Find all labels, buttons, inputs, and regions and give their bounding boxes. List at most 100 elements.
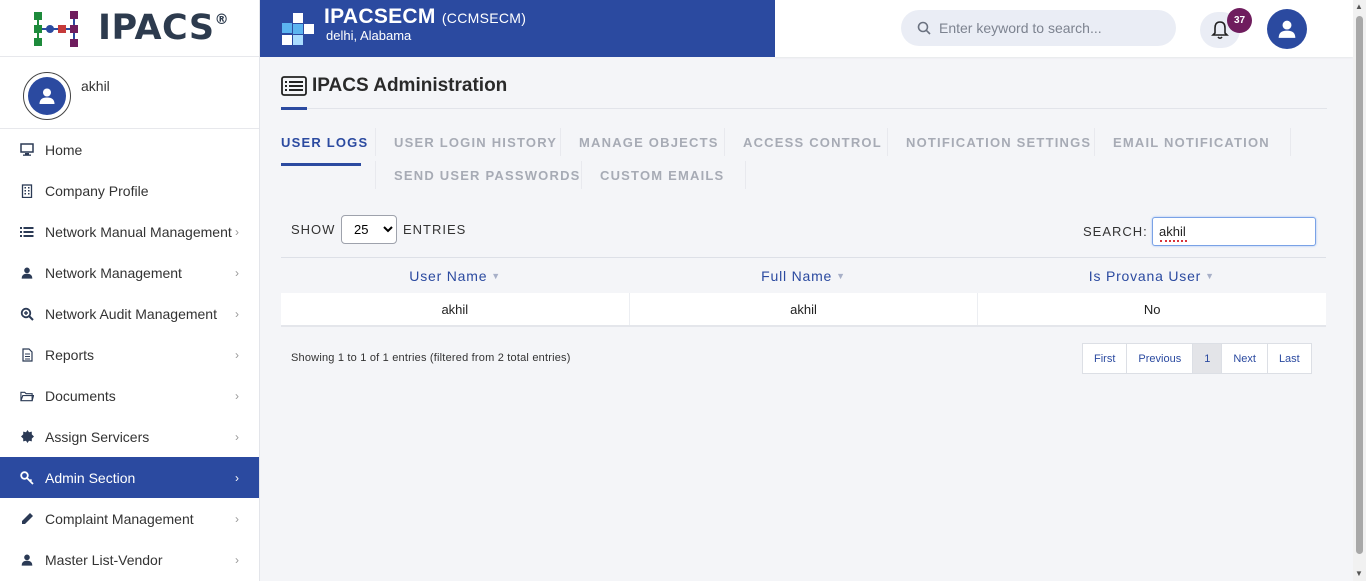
brand-location: delhi, Alabama <box>326 28 412 43</box>
sidebar-item-company-profile[interactable]: Company Profile <box>0 170 259 211</box>
user-icon <box>1278 20 1296 38</box>
column-header-is-provana-user[interactable]: Is Provana User ▼ <box>978 258 1326 293</box>
sidebar-item-label: Reports <box>45 346 95 363</box>
tab-email-notification[interactable]: EMAIL NOTIFICATION <box>1113 135 1270 150</box>
building-icon <box>20 183 34 198</box>
folder-icon <box>20 389 34 403</box>
tab-separator <box>745 161 746 189</box>
chevron-right-icon: › <box>235 470 239 485</box>
badge-icon <box>20 430 34 444</box>
entries-per-page-select[interactable]: 102550100 <box>341 215 397 244</box>
brand-bar: IPACSECM (CCMSECM) delhi, Alabama <box>260 0 775 57</box>
pencil-icon <box>20 512 34 526</box>
column-header-label: User Name <box>409 267 488 284</box>
show-label: SHOW <box>291 222 336 237</box>
sidebar: IPACS® akhil Home Company Profile Network … <box>0 0 260 581</box>
sidebar-item-label: Documents <box>45 387 116 404</box>
brand-code: (CCMSECM) <box>441 10 527 26</box>
brand-cross-icon <box>282 13 314 45</box>
chevron-right-icon: › <box>235 347 239 362</box>
notification-count-badge: 37 <box>1227 8 1252 33</box>
sidebar-item-admin-section[interactable]: Admin Section › <box>0 457 259 498</box>
search-plus-icon <box>20 307 34 321</box>
admin-panel: IPACS Administration USER LOGS USER LOGI… <box>261 57 1346 507</box>
sidebar-item-home[interactable]: Home <box>0 129 259 170</box>
tab-separator <box>581 161 582 189</box>
search-icon <box>917 21 931 35</box>
sort-icon: ▼ <box>1205 270 1215 281</box>
user-profile: akhil <box>0 57 259 129</box>
user-menu-avatar[interactable] <box>1267 9 1307 49</box>
tab-user-login-history[interactable]: USER LOGIN HISTORY <box>394 135 557 150</box>
tab-user-logs[interactable]: USER LOGS <box>281 135 368 150</box>
sidebar-item-network-management[interactable]: Network Management › <box>0 252 259 293</box>
avatar[interactable] <box>23 72 71 120</box>
topbar: 37 <box>775 0 1353 57</box>
sidebar-item-network-manual-management[interactable]: Network Manual Management › <box>0 211 259 252</box>
tab-send-user-passwords[interactable]: SEND USER PASSWORDS <box>394 168 581 183</box>
tab-separator <box>1290 128 1291 156</box>
sidebar-item-label: Assign Servicers <box>45 428 150 445</box>
divider <box>281 108 1327 109</box>
logo-text: IPACS® <box>98 7 230 48</box>
chevron-right-icon: › <box>235 306 239 321</box>
user-icon <box>20 553 34 567</box>
sidebar-item-assign-servicers[interactable]: Assign Servicers › <box>0 416 259 457</box>
table-cell: No <box>1143 301 1161 317</box>
pagination: First Previous 1 Next Last <box>1082 343 1312 374</box>
sidebar-item-reports[interactable]: Reports › <box>0 334 259 375</box>
column-header-full-name[interactable]: Full Name ▼ <box>629 258 977 293</box>
tab-separator <box>560 128 561 156</box>
logo-molecule-icon <box>34 11 78 47</box>
tab-manage-objects[interactable]: MANAGE OBJECTS <box>579 135 719 150</box>
tab-notification-settings[interactable]: NOTIFICATION SETTINGS <box>906 135 1091 150</box>
scroll-down-icon[interactable]: ▼ <box>1355 569 1363 578</box>
brand-title: IPACSECM (CCMSECM) <box>324 5 527 28</box>
chevron-right-icon: › <box>235 265 239 280</box>
chevron-right-icon: › <box>235 429 239 444</box>
table-info: Showing 1 to 1 of 1 entries (filtered fr… <box>291 352 571 364</box>
scrollbar-thumb[interactable] <box>1356 16 1363 554</box>
tab-access-control[interactable]: ACCESS CONTROL <box>743 135 882 150</box>
sidebar-item-label: Admin Section <box>45 469 136 486</box>
sidebar-item-documents[interactable]: Documents › <box>0 375 259 416</box>
chevron-right-icon: › <box>235 224 239 239</box>
tab-separator <box>375 128 376 156</box>
search-input[interactable] <box>939 20 1169 36</box>
sort-icon: ▼ <box>836 270 846 281</box>
active-tab-indicator <box>281 163 361 166</box>
sidebar-item-label: Network Management <box>45 264 182 281</box>
key-icon <box>20 470 34 485</box>
sidebar-item-master-list-vendor[interactable]: Master List-Vendor › <box>0 539 259 580</box>
sidebar-item-network-audit-management[interactable]: Network Audit Management › <box>0 293 259 334</box>
chevron-right-icon: › <box>235 511 239 526</box>
user-icon <box>39 88 55 104</box>
logo[interactable]: IPACS® <box>0 0 259 57</box>
user-icon <box>20 266 34 280</box>
table-header: User Name ▼ Full Name ▼ Is Provana User ▼ <box>281 257 1326 293</box>
table-cell: akhil <box>630 293 979 325</box>
scroll-up-icon[interactable]: ▲ <box>1355 2 1363 11</box>
tab-separator <box>375 161 376 189</box>
pagination-next[interactable]: Next <box>1222 344 1268 373</box>
page-scrollbar[interactable]: ▲ ▼ <box>1353 0 1366 581</box>
title-accent <box>281 107 307 110</box>
user-name: akhil <box>81 78 110 94</box>
table-row[interactable]: akhil akhil No <box>281 293 1326 327</box>
pagination-previous[interactable]: Previous <box>1127 344 1194 373</box>
tab-separator <box>1094 128 1095 156</box>
column-header-user-name[interactable]: User Name ▼ <box>281 258 629 293</box>
sidebar-nav: Home Company Profile Network Manual Manage… <box>0 129 259 580</box>
table-search-label: SEARCH: <box>1083 224 1148 239</box>
file-icon <box>20 347 34 362</box>
pagination-1[interactable]: 1 <box>1193 344 1223 373</box>
tab-custom-emails[interactable]: CUSTOM EMAILS <box>600 168 724 183</box>
spellcheck-underline <box>1160 240 1187 242</box>
sidebar-item-complaint-management[interactable]: Complaint Management › <box>0 498 259 539</box>
column-header-label: Full Name <box>761 267 833 284</box>
user-logs-table: User Name ▼ Full Name ▼ Is Provana User ▼ akh… <box>281 257 1326 327</box>
sidebar-item-label: Master List-Vendor <box>45 551 163 568</box>
pagination-first[interactable]: First <box>1083 344 1128 373</box>
global-search <box>901 10 1176 46</box>
pagination-last[interactable]: Last <box>1268 344 1311 373</box>
